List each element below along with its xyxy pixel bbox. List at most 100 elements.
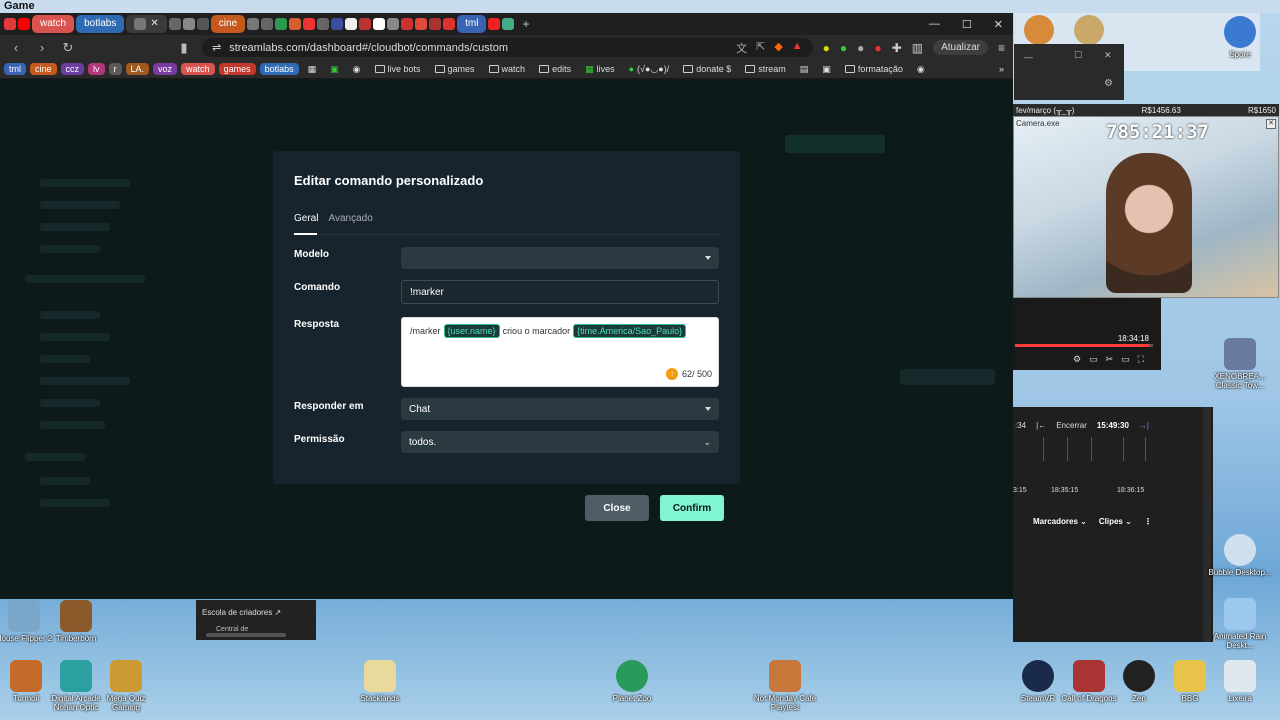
command-input[interactable]: !marker — [401, 280, 719, 304]
tab-icon[interactable] — [345, 18, 358, 30]
bookmark-chip[interactable]: LA. — [125, 63, 150, 75]
bookmark-folder[interactable]: formatação — [840, 64, 908, 74]
tab-group-tml[interactable]: tml — [457, 15, 487, 33]
fullscreen-icon[interactable]: ⛶ — [1138, 354, 1144, 365]
share-icon[interactable]: ⇱ — [756, 40, 765, 56]
progress-bar[interactable] — [1015, 344, 1153, 347]
tab-icon[interactable] — [289, 18, 302, 30]
desktop-icon[interactable]: Lixeira — [1208, 660, 1272, 703]
tab-icon[interactable] — [261, 18, 274, 30]
tab-icon[interactable] — [488, 18, 501, 30]
tab-group-botlabs[interactable]: botlabs — [76, 15, 125, 33]
reload-icon[interactable]: ↻ — [60, 40, 76, 56]
bookmark-icon[interactable]: ◉ — [348, 64, 366, 75]
tab-icon[interactable] — [359, 18, 372, 30]
settings-icon[interactable]: ⚙ — [1073, 354, 1081, 365]
desktop-icon[interactable]: Stacklands — [348, 660, 412, 703]
rewards-icon[interactable]: ▲ — [792, 40, 803, 56]
respond-in-select[interactable]: Chat — [401, 398, 719, 420]
marker-end-icon[interactable]: →| — [1139, 421, 1149, 430]
creator-school-link[interactable]: Escola de criadores ↗ — [202, 608, 281, 617]
site-settings-icon[interactable]: ⇌ — [212, 41, 221, 54]
response-textarea[interactable]: /marker {user.name} criou o marcador {ti… — [401, 317, 719, 387]
brave-shield-icon[interactable]: ◆ — [774, 40, 782, 56]
extension-icon[interactable]: ● — [857, 41, 864, 55]
tab-icon[interactable] — [317, 18, 330, 30]
extension-icon[interactable]: ● — [840, 41, 847, 55]
settings-icon[interactable]: ⚙ — [1104, 78, 1113, 89]
bookmark-chip[interactable]: games — [218, 63, 256, 75]
bookmark-icon[interactable]: ▣ — [817, 64, 836, 75]
tab-active[interactable]: ✕ — [126, 15, 167, 33]
tab-icon[interactable] — [429, 18, 442, 30]
bookmark-icon[interactable]: ▮ — [176, 40, 192, 56]
back-icon[interactable]: ‹ — [8, 40, 24, 55]
desktop-icon[interactable]: Timberborn — [44, 600, 108, 643]
tab-icon[interactable] — [182, 18, 195, 30]
close-icon[interactable]: ✕ — [150, 15, 158, 33]
extension-icon[interactable]: ● — [823, 41, 830, 55]
new-tab-icon[interactable]: + — [516, 17, 535, 31]
translate-icon[interactable]: 文 — [736, 40, 747, 56]
bookmark-chip[interactable]: lv — [88, 63, 105, 75]
bookmark-chip[interactable]: r — [108, 63, 122, 75]
desktop-icon[interactable]: Spore — [1208, 16, 1272, 59]
scrollbar[interactable] — [206, 633, 286, 637]
tab-general[interactable]: Geral — [294, 213, 318, 224]
close-icon[interactable]: ✕ — [1104, 50, 1112, 61]
close-icon[interactable]: ✕ — [1266, 119, 1276, 129]
markers-dropdown[interactable]: Marcadores ⌄ — [1033, 517, 1087, 526]
variable-token[interactable]: {user.name} — [443, 324, 500, 338]
tab-group-cine[interactable]: cine — [210, 15, 246, 33]
tab-icon[interactable] — [387, 18, 400, 30]
bookmark-chip[interactable]: voz — [153, 63, 178, 75]
address-bar[interactable]: ⇌ streamlabs.com/dashboard#/cloudbot/com… — [202, 38, 813, 57]
bookmark-folder[interactable]: watch — [484, 64, 531, 74]
close-button[interactable]: Close — [585, 495, 649, 521]
desktop-icon[interactable]: Not Monday Cafe Playtest — [753, 660, 817, 712]
forward-icon[interactable]: › — [34, 40, 50, 55]
bookmark-icon[interactable]: ◉ — [912, 64, 930, 75]
close-window-icon[interactable]: ✕ — [994, 18, 1003, 31]
extension-icon[interactable]: ● — [874, 41, 881, 55]
bookmark-item[interactable]: ▦ lives — [580, 64, 620, 75]
tab-icon[interactable] — [401, 18, 414, 30]
tab-icon[interactable] — [415, 18, 428, 30]
sidebar-icon[interactable]: ▥ — [912, 41, 923, 55]
bookmark-icon[interactable]: ▤ — [795, 64, 814, 75]
desktop-icon[interactable]: Planet Zoo — [600, 660, 664, 703]
maximize-icon[interactable]: ☐ — [962, 18, 972, 31]
more-bookmarks-icon[interactable]: » — [994, 64, 1009, 74]
minimize-icon[interactable]: — — [929, 18, 940, 31]
clips-dropdown[interactable]: Clipes ⌄ — [1099, 517, 1132, 526]
end-button[interactable]: Encerrar — [1056, 421, 1087, 430]
youtube-icon[interactable] — [18, 18, 30, 30]
clip-icon[interactable]: ✂ — [1106, 354, 1114, 365]
bookmark-chip[interactable]: tml — [4, 63, 26, 75]
tab-group-watch[interactable]: watch — [32, 15, 75, 33]
bookmark-chip[interactable]: ccz — [60, 63, 85, 75]
bookmark-folder[interactable]: live bots — [370, 64, 426, 74]
model-select[interactable] — [401, 247, 719, 269]
more-icon[interactable]: ⋮ — [1144, 517, 1152, 526]
tab-icon[interactable] — [247, 18, 260, 30]
tab-icon[interactable] — [303, 18, 316, 30]
bookmark-chip[interactable]: cine — [30, 63, 57, 75]
bookmark-folder[interactable]: games — [430, 64, 480, 74]
menu-icon[interactable]: ≡ — [998, 41, 1005, 55]
tab-icon[interactable] — [373, 18, 386, 30]
desktop-icon[interactable]: Bubble Desktop... — [1208, 534, 1272, 577]
minimize-icon[interactable]: — — [1024, 52, 1033, 62]
tab-icon[interactable] — [196, 18, 209, 30]
puzzle-icon[interactable]: ✚ — [892, 41, 902, 55]
apps-icon[interactable]: ▦ — [303, 64, 322, 75]
bookmark-folder[interactable]: edits — [534, 64, 576, 74]
tab-advanced[interactable]: Avançado — [328, 213, 372, 224]
tab-icon[interactable] — [168, 18, 181, 30]
bookmark-chip[interactable]: watch — [181, 63, 215, 75]
tab-icon[interactable] — [443, 18, 456, 30]
desktop-icon[interactable]: Mega Quiz Gaming — [94, 660, 158, 712]
bookmark-icon[interactable]: ▣ — [325, 64, 344, 75]
permission-select[interactable]: todos. ⌄ — [401, 431, 719, 453]
app-icon[interactable] — [4, 18, 16, 30]
